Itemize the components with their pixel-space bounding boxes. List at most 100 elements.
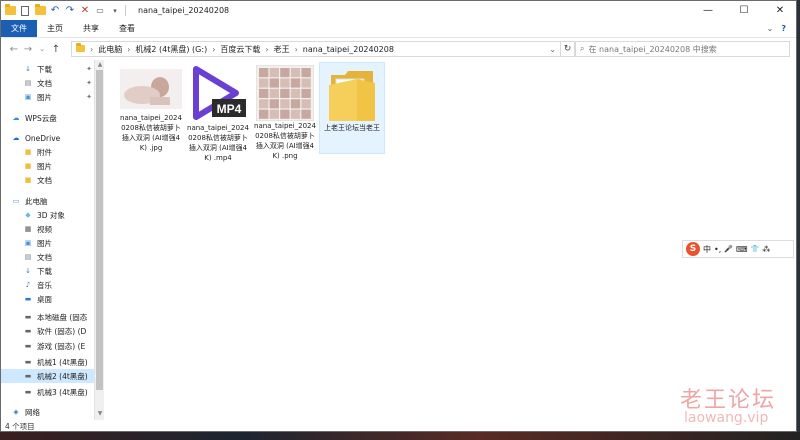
properties-icon[interactable]	[19, 5, 31, 17]
breadcrumb-laowang[interactable]: 老王	[274, 44, 290, 55]
rename-icon[interactable]: ▭	[94, 5, 106, 17]
expand-ribbon-icon[interactable]: ⌄	[767, 24, 774, 33]
sidebar-item[interactable]: ☁ WPS云盘	[1, 111, 104, 125]
ime-punctuation-icon[interactable]: •,	[714, 245, 721, 254]
ime-toolbar[interactable]: S 中 •, 🎤 ⌨ 👕 ⁂	[682, 240, 794, 258]
folder-icon	[76, 42, 85, 54]
sidebar-item-label: 此电脑	[25, 196, 48, 206]
ribbon-tabs: 文件 主页 共享 查看 ⌄ ?	[1, 20, 796, 38]
sidebar-item[interactable]: ▬ 本地磁盘 (固态	[1, 310, 104, 324]
thumbnail-cell	[301, 109, 311, 119]
sidebar-item[interactable]: ▬ 软件 (固态) (D	[1, 324, 104, 338]
file-name: nana_taipei_20240208私信被胡萝卜插入双洞 (AI增强4K) …	[187, 124, 249, 162]
breadcrumb-this-pc[interactable]: 此电脑	[98, 44, 122, 55]
drive-icon: ▬	[24, 313, 32, 321]
customize-quick-access-icon[interactable]: ▾	[109, 5, 121, 17]
drive-icon: ▬	[24, 372, 32, 380]
title-separator	[125, 5, 126, 16]
ime-voice-icon[interactable]: 🎤	[724, 245, 733, 253]
sidebar-item[interactable]: ■ 文档	[1, 173, 104, 187]
delete-icon[interactable]: ✕	[79, 5, 91, 17]
sidebar-item[interactable]: ↓ 下载	[1, 264, 104, 278]
sidebar-item[interactable]: ▬ 机械1 (4t黑盘)	[1, 355, 104, 369]
sidebar-item-label: 图片	[37, 161, 52, 171]
sidebar-item-label: 文档	[37, 175, 52, 185]
scrollbar-thumb[interactable]	[96, 70, 103, 390]
download-icon: ↓	[25, 65, 31, 73]
tab-home[interactable]: 主页	[37, 20, 73, 37]
picture-icon: ▣	[24, 239, 32, 247]
file-item-mp4[interactable]: MP4 nana_taipei_20240208私信被胡萝卜插入双洞 (AI增强…	[185, 62, 251, 162]
sidebar-item[interactable]: ◆ 3D 对象	[1, 208, 104, 222]
sogou-logo-icon[interactable]: S	[686, 242, 700, 256]
status-bar: 4 个项目	[1, 420, 796, 431]
sidebar-item-label: 文档	[37, 252, 52, 262]
scroll-down-icon[interactable]: ▼	[95, 410, 104, 417]
sidebar-item[interactable]: ▦ 视频	[1, 222, 104, 236]
sidebar-item[interactable]: ■ 图片	[1, 159, 104, 173]
chevron-right-icon: ›	[127, 44, 131, 54]
tab-file[interactable]: 文件	[1, 20, 37, 37]
up-button[interactable]: ↑	[49, 44, 63, 55]
onedrive-icon: ☁	[12, 134, 20, 142]
thumbnail-cell	[301, 68, 311, 78]
ime-keyboard-icon[interactable]: ⌨	[736, 245, 748, 254]
back-button[interactable]: ←	[7, 44, 21, 55]
folder-item[interactable]: 上老王论坛当老王	[319, 62, 385, 154]
ime-toolbox-icon[interactable]: ⁂	[762, 245, 770, 254]
sidebar-item[interactable]: ♪ 音乐	[1, 278, 104, 292]
close-button[interactable]: ✕	[762, 1, 796, 20]
sidebar-item[interactable]: ▤ 文档	[1, 250, 104, 264]
navigation-pane: ↓ 下载 ✦ ▤ 文档 ✦ ▣ 图片 ✦ ☁ WPS云盘 ☁ OneDrive ■ 附件 ■ 图片 ■ 文档 ▭ 此电脑…	[1, 60, 104, 420]
file-item-png[interactable]: nana_taipei_20240208私信被胡萝卜插入双洞 (AI增强4K) …	[252, 62, 318, 160]
tab-share[interactable]: 共享	[73, 20, 109, 37]
navigation-scrollbar[interactable]: ▲ ▼	[94, 60, 104, 420]
ime-chinese-mode[interactable]: 中	[703, 244, 711, 255]
breadcrumb-baidu[interactable]: 百度云下载	[220, 44, 260, 55]
sidebar-item[interactable]: ↓ 下载 ✦	[1, 62, 104, 76]
sidebar-item[interactable]: ▤ 文档 ✦	[1, 76, 104, 90]
search-input[interactable]: ⌕ 在 nana_taipei_20240208 中搜索	[575, 41, 790, 57]
address-dropdown-icon[interactable]: ⌄	[549, 45, 560, 54]
sidebar-item[interactable]: ☁ OneDrive	[1, 131, 104, 145]
sidebar-item-label: 机械1 (4t黑盘)	[37, 357, 88, 367]
sidebar-item-label: 音乐	[37, 280, 52, 290]
forward-button[interactable]: →	[21, 44, 35, 55]
sidebar-item[interactable]: ▬ 机械2 (4t黑盘)	[1, 369, 104, 383]
title-bar: ↶ ↷ ✕ ▭ ▾ nana_taipei_20240208 — ☐ ✕	[1, 1, 796, 20]
new-folder-icon[interactable]	[34, 4, 46, 17]
scroll-up-icon[interactable]: ▲	[95, 61, 104, 68]
thumbnail-cell	[259, 109, 269, 119]
redo-icon[interactable]: ↷	[64, 5, 76, 17]
sidebar-item[interactable]: ▬ 桌面	[1, 292, 104, 306]
ime-skin-icon[interactable]: 👕	[751, 245, 760, 253]
thumbnail-cell	[259, 68, 269, 78]
sidebar-item[interactable]: ▣ 图片	[1, 236, 104, 250]
document-icon: ▤	[24, 253, 32, 261]
maximize-button[interactable]: ☐	[726, 1, 762, 20]
sidebar-item[interactable]: ■ 附件	[1, 145, 104, 159]
refresh-button[interactable]: ↻	[561, 41, 575, 57]
file-item-jpg[interactable]: nana_taipei_20240208私信被胡萝卜插入双洞 (AI增强4K) …	[118, 62, 184, 154]
sidebar-item[interactable]: ▣ 图片 ✦	[1, 90, 104, 104]
3d-objects-icon: ◆	[25, 211, 31, 219]
sidebar-item-label: 软件 (固态) (D	[37, 326, 87, 336]
thumbnail-cell	[290, 68, 301, 78]
thumbnail-cell	[301, 78, 311, 88]
address-bar[interactable]: › 此电脑 › 机械2 (4t黑盘) (G:) › 百度云下载 › 老王 › n…	[71, 41, 561, 57]
thumbnail-cell	[269, 68, 279, 78]
tab-view[interactable]: 查看	[109, 20, 145, 37]
undo-icon[interactable]: ↶	[49, 5, 61, 17]
sidebar-item[interactable]: ▭ 此电脑	[1, 194, 104, 208]
minimize-button[interactable]: —	[690, 1, 726, 20]
sidebar-item[interactable]: ▬ 机械3 (4t黑盘)	[1, 385, 104, 399]
breadcrumb-current[interactable]: nana_taipei_20240208	[303, 45, 394, 54]
recent-locations-button[interactable]: ⌄	[35, 45, 49, 53]
thumbnail-cell	[269, 78, 279, 88]
sidebar-item-label: 3D 对象	[37, 210, 65, 220]
sidebar-item[interactable]: ▬ 游戏 (固态) (E	[1, 339, 104, 353]
sidebar-item[interactable]: ◈ 网络	[1, 405, 104, 419]
help-icon[interactable]: ?	[781, 24, 786, 33]
chevron-right-icon: ›	[265, 44, 269, 54]
breadcrumb-drive[interactable]: 机械2 (4t黑盘) (G:)	[135, 44, 207, 55]
